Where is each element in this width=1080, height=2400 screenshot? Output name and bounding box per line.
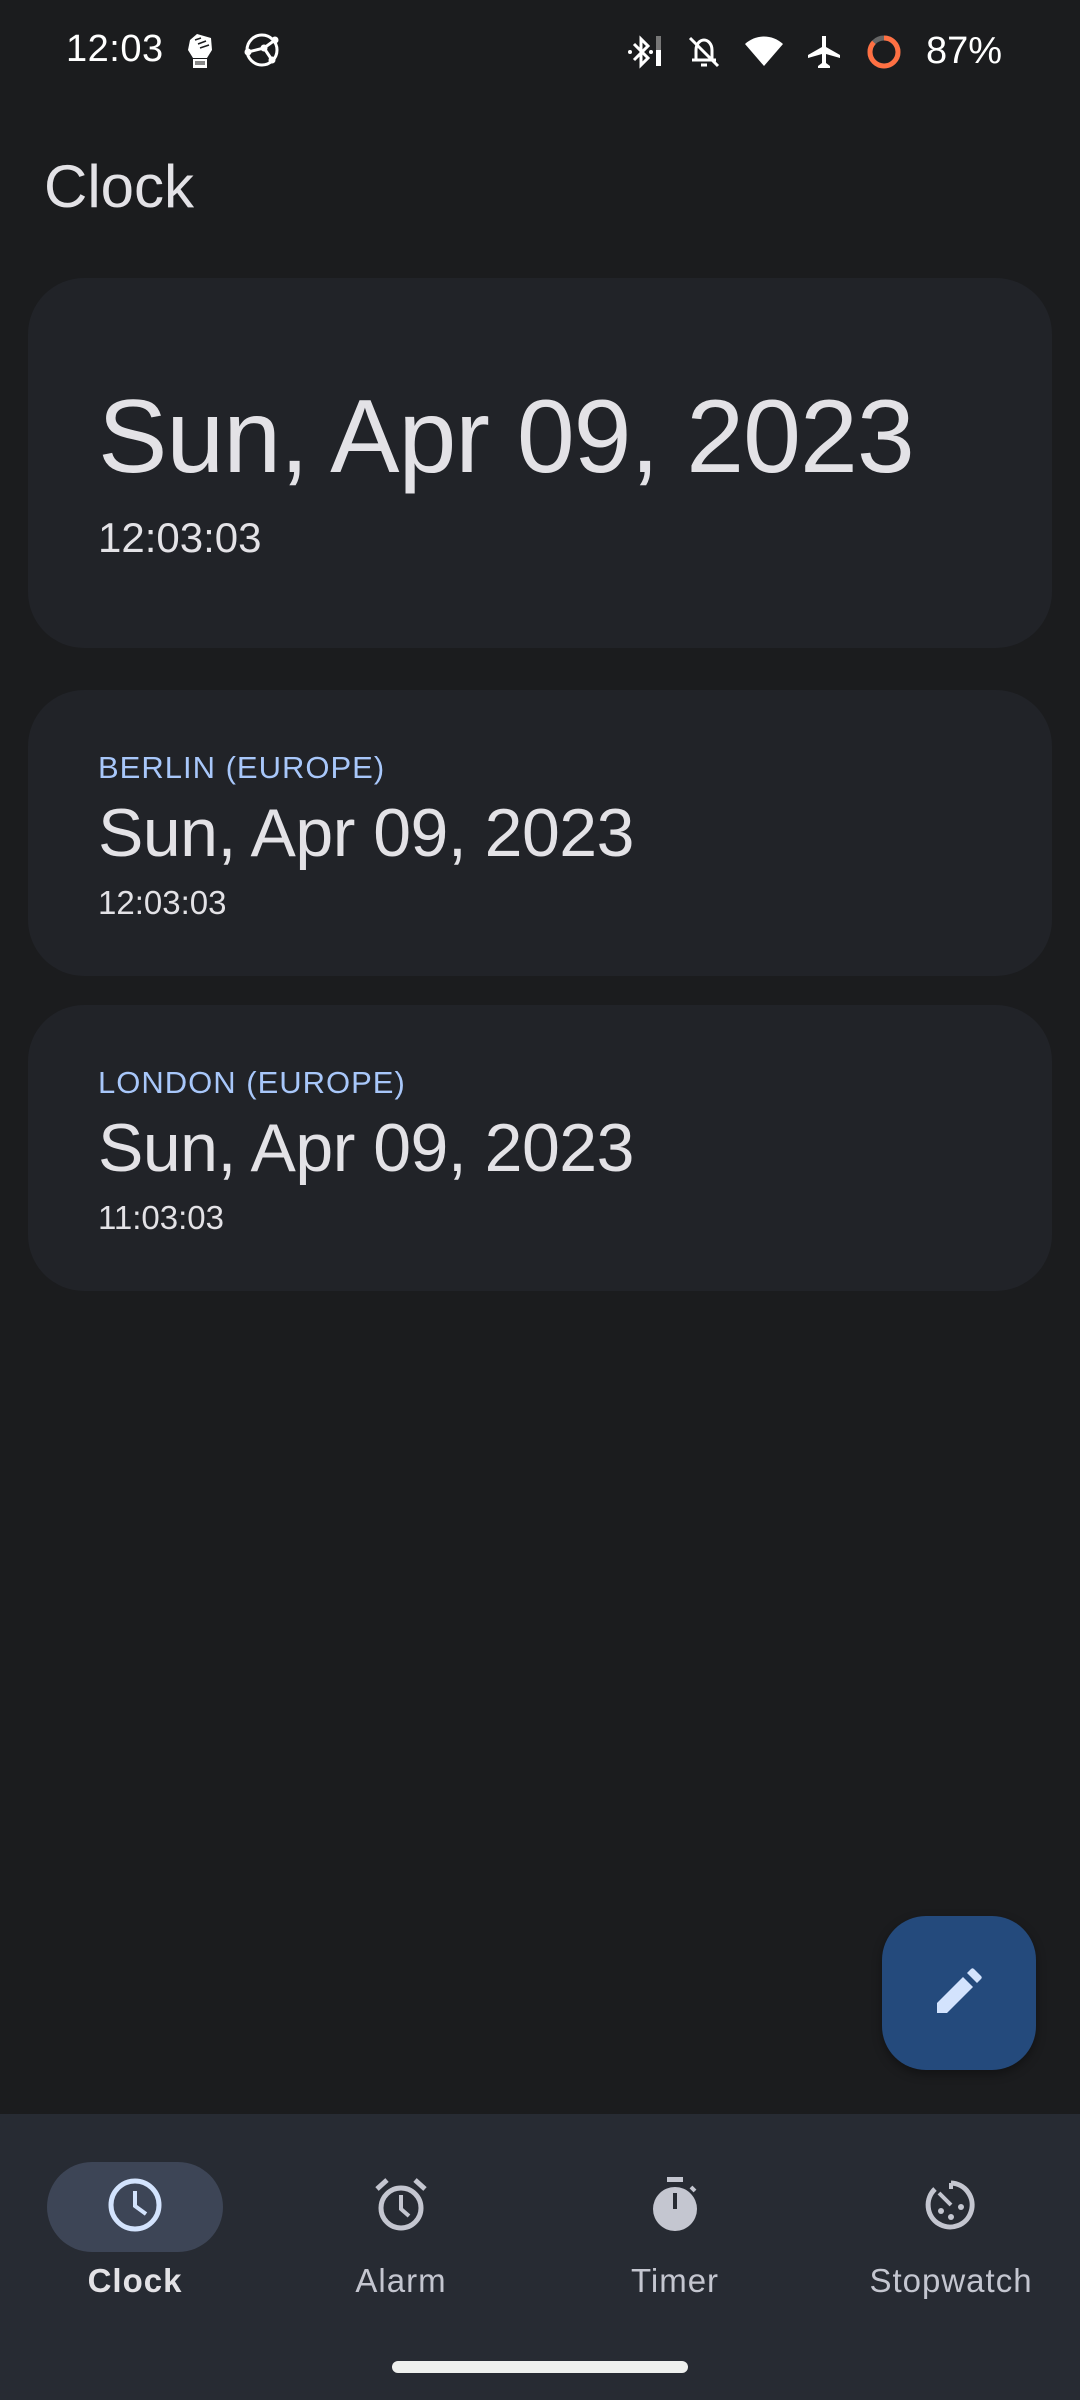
airplane-mode-icon	[804, 32, 844, 72]
wifi-icon	[744, 32, 784, 72]
bottom-navigation: Clock Alarm Timer Stopwatch	[0, 2114, 1080, 2400]
battery-ring-icon	[864, 32, 904, 72]
clock-icon	[106, 2176, 164, 2239]
nav-label: Clock	[87, 2262, 183, 2299]
stopwatch-icon	[921, 2175, 981, 2240]
world-clock-card[interactable]: LONDON (EUROPE) Sun, Apr 09, 2023 11:03:…	[28, 1005, 1052, 1291]
local-time: 12:03:03	[98, 514, 262, 561]
city-time: 12:03:03	[98, 884, 227, 921]
local-date: Sun, Apr 09, 2023	[98, 379, 915, 495]
city-date: Sun, Apr 09, 2023	[98, 1110, 634, 1186]
local-clock-card: Sun, Apr 09, 2023 12:03:03	[28, 278, 1052, 648]
page-title: Clock	[44, 153, 195, 220]
nav-tab-clock[interactable]: Clock	[0, 2148, 270, 2299]
world-clock-card[interactable]: BERLIN (EUROPE) Sun, Apr 09, 2023 12:03:…	[28, 690, 1052, 976]
edit-clocks-button[interactable]	[882, 1916, 1036, 2070]
city-time: 11:03:03	[98, 1199, 225, 1236]
fist-icon	[180, 30, 220, 70]
alarm-icon	[371, 2175, 431, 2240]
notifications-off-icon	[684, 32, 724, 72]
timer-icon	[645, 2175, 705, 2240]
status-time: 12:03	[66, 28, 164, 70]
nav-label: Stopwatch	[869, 2262, 1033, 2299]
nav-label: Alarm	[355, 2262, 447, 2299]
bluetooth-icon	[624, 32, 664, 72]
nav-tab-alarm[interactable]: Alarm	[266, 2148, 536, 2299]
home-gesture-bar[interactable]	[392, 2361, 688, 2373]
nav-tab-timer[interactable]: Timer	[540, 2148, 810, 2299]
nav-label: Timer	[630, 2262, 720, 2299]
status-bar: 12:03 87%	[0, 0, 1080, 104]
battery-percent: 87%	[925, 30, 1002, 72]
network-globe-icon	[242, 30, 282, 70]
city-name: LONDON (EUROPE)	[98, 1065, 406, 1100]
city-date: Sun, Apr 09, 2023	[98, 795, 634, 871]
nav-tab-stopwatch[interactable]: Stopwatch	[816, 2148, 1080, 2299]
edit-pencil-icon	[933, 1965, 985, 2022]
city-name: BERLIN (EUROPE)	[98, 750, 386, 785]
